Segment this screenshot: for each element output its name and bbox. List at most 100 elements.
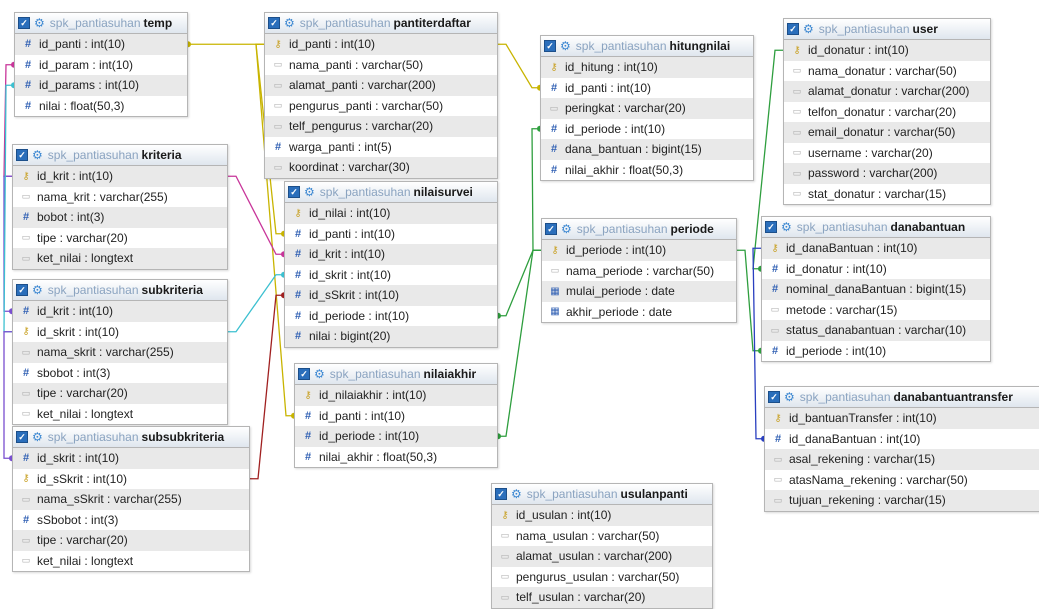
column-row[interactable]: ▭ metode : varchar(15) [762, 300, 990, 321]
gear-icon[interactable]: ⚙ [784, 390, 795, 404]
table-header[interactable]: ✓ ⚙ spk_pantiasuhan periode [542, 219, 736, 240]
column-row[interactable]: # id_krit : int(10) [13, 301, 227, 322]
column-row[interactable]: ▭ pengurus_usulan : varchar(50) [492, 567, 712, 588]
column-row[interactable]: # id_skrit : int(10) [285, 265, 497, 286]
column-row[interactable]: ▭ password : varchar(200) [784, 163, 990, 184]
column-row[interactable]: # id_params : int(10) [15, 75, 187, 96]
column-row[interactable]: # id_skrit : int(10) [13, 448, 249, 469]
column-row[interactable]: ▭ email_donatur : varchar(50) [784, 122, 990, 143]
column-row[interactable]: ▭ alamat_donatur : varchar(200) [784, 81, 990, 102]
column-row[interactable]: # dana_bantuan : bigint(15) [541, 139, 753, 160]
checkbox-icon[interactable]: ✓ [544, 40, 556, 52]
column-row[interactable]: # bobot : int(3) [13, 207, 227, 228]
table-header[interactable]: ✓ ⚙ spk_pantiasuhan nilaiakhir [295, 364, 497, 385]
column-row[interactable]: # nilai : float(50,3) [15, 96, 187, 117]
checkbox-icon[interactable]: ✓ [545, 223, 557, 235]
column-row[interactable]: ▭ nama_panti : varchar(50) [265, 55, 497, 76]
checkbox-icon[interactable]: ✓ [16, 284, 28, 296]
column-row[interactable]: ▭ nama_donatur : varchar(50) [784, 61, 990, 82]
column-row[interactable]: ▭ telf_usulan : varchar(20) [492, 587, 712, 608]
checkbox-icon[interactable]: ✓ [268, 17, 280, 29]
column-row[interactable]: # sSbobot : int(3) [13, 510, 249, 531]
column-row[interactable]: # id_sSkrit : int(10) [285, 285, 497, 306]
column-row[interactable]: # id_donatur : int(10) [762, 259, 990, 280]
column-row[interactable]: ⚷ id_krit : int(10) [13, 166, 227, 187]
column-row[interactable]: ⚷ id_donatur : int(10) [784, 40, 990, 61]
column-row[interactable]: ⚷ id_bantuanTransfer : int(10) [765, 408, 1039, 429]
table-header[interactable]: ✓ ⚙ spk_pantiasuhan user [784, 19, 990, 40]
column-row[interactable]: ▭ asal_rekening : varchar(15) [765, 449, 1039, 470]
column-row[interactable]: ▭ tipe : varchar(20) [13, 383, 227, 404]
table-header[interactable]: ✓ ⚙ spk_pantiasuhan kriteria [13, 145, 227, 166]
gear-icon[interactable]: ⚙ [561, 222, 572, 236]
table-header[interactable]: ✓ ⚙ spk_pantiasuhan subsubkriteria [13, 427, 249, 448]
table-header[interactable]: ✓ ⚙ spk_pantiasuhan pantiterdaftar [265, 13, 497, 34]
column-row[interactable]: ▭ ket_nilai : longtext [13, 248, 227, 269]
column-row[interactable]: # id_danaBantuan : int(10) [765, 429, 1039, 450]
column-row[interactable]: ⚷ id_nilai : int(10) [285, 203, 497, 224]
table-header[interactable]: ✓ ⚙ spk_pantiasuhan usulanpanti [492, 484, 712, 505]
table-nilaiakhir[interactable]: ✓ ⚙ spk_pantiasuhan nilaiakhir ⚷ id_nilaiakh… [294, 363, 498, 468]
column-row[interactable]: ▭ tujuan_rekening : varchar(15) [765, 490, 1039, 511]
column-row[interactable]: # sbobot : int(3) [13, 363, 227, 384]
column-row[interactable]: ▭ nama_krit : varchar(255) [13, 187, 227, 208]
checkbox-icon[interactable]: ✓ [768, 391, 780, 403]
column-row[interactable]: # nilai_akhir : float(50,3) [541, 160, 753, 181]
column-row[interactable]: # id_panti : int(10) [295, 406, 497, 427]
column-row[interactable]: ▭ peringkat : varchar(20) [541, 98, 753, 119]
table-header[interactable]: ✓ ⚙ spk_pantiasuhan temp [15, 13, 187, 34]
table-pantiterdaftar[interactable]: ✓ ⚙ spk_pantiasuhan pantiterdaftar ⚷ id_pant… [264, 12, 498, 179]
checkbox-icon[interactable]: ✓ [288, 186, 300, 198]
column-row[interactable]: ▭ pengurus_panti : varchar(50) [265, 96, 497, 117]
table-header[interactable]: ✓ ⚙ spk_pantiasuhan danabantuan [762, 217, 990, 238]
column-row[interactable]: ▭ stat_donatur : varchar(15) [784, 184, 990, 205]
column-row[interactable]: ▭ telfon_donatur : varchar(20) [784, 102, 990, 123]
column-row[interactable]: ▭ status_danabantuan : varchar(10) [762, 320, 990, 341]
checkbox-icon[interactable]: ✓ [765, 221, 777, 233]
column-row[interactable]: ▭ nama_skrit : varchar(255) [13, 342, 227, 363]
column-row[interactable]: # id_krit : int(10) [285, 244, 497, 265]
column-row[interactable]: ▭ tipe : varchar(20) [13, 228, 227, 249]
checkbox-icon[interactable]: ✓ [495, 488, 507, 500]
column-row[interactable]: ▦ mulai_periode : date [542, 281, 736, 302]
column-row[interactable]: # id_periode : int(10) [295, 426, 497, 447]
column-row[interactable]: ▭ atasNama_rekening : varchar(50) [765, 470, 1039, 491]
gear-icon[interactable]: ⚙ [304, 185, 315, 199]
table-subkriteria[interactable]: ✓ ⚙ spk_pantiasuhan subkriteria # id_krit : … [12, 279, 228, 425]
column-row[interactable]: # id_periode : int(10) [285, 306, 497, 327]
gear-icon[interactable]: ⚙ [32, 283, 43, 297]
table-user[interactable]: ✓ ⚙ spk_pantiasuhan user ⚷ id_donatur : int(… [783, 18, 991, 205]
gear-icon[interactable]: ⚙ [34, 16, 45, 30]
column-row[interactable]: # id_periode : int(10) [541, 119, 753, 140]
checkbox-icon[interactable]: ✓ [16, 431, 28, 443]
column-row[interactable]: ▭ nama_sSkrit : varchar(255) [13, 489, 249, 510]
gear-icon[interactable]: ⚙ [32, 430, 43, 444]
column-row[interactable]: ⚷ id_sSkrit : int(10) [13, 469, 249, 490]
column-row[interactable]: # id_panti : int(10) [15, 34, 187, 55]
table-usulanpanti[interactable]: ✓ ⚙ spk_pantiasuhan usulanpanti ⚷ id_usulan … [491, 483, 713, 609]
column-row[interactable]: ▭ ket_nilai : longtext [13, 404, 227, 425]
column-row[interactable]: # nominal_danaBantuan : bigint(15) [762, 279, 990, 300]
column-row[interactable]: ⚷ id_danaBantuan : int(10) [762, 238, 990, 259]
column-row[interactable]: ⚷ id_skrit : int(10) [13, 322, 227, 343]
gear-icon[interactable]: ⚙ [803, 22, 814, 36]
column-row[interactable]: ▭ ket_nilai : longtext [13, 551, 249, 572]
gear-icon[interactable]: ⚙ [781, 220, 792, 234]
table-header[interactable]: ✓ ⚙ spk_pantiasuhan nilaisurvei [285, 182, 497, 203]
gear-icon[interactable]: ⚙ [560, 39, 571, 53]
table-periode[interactable]: ✓ ⚙ spk_pantiasuhan periode ⚷ id_periode : i… [541, 218, 737, 323]
table-header[interactable]: ✓ ⚙ spk_pantiasuhan hitungnilai [541, 36, 753, 57]
column-row[interactable]: # id_panti : int(10) [541, 78, 753, 99]
column-row[interactable]: ⚷ id_hitung : int(10) [541, 57, 753, 78]
column-row[interactable]: ⚷ id_panti : int(10) [265, 34, 497, 55]
table-danabantuan[interactable]: ✓ ⚙ spk_pantiasuhan danabantuan ⚷ id_danaBan… [761, 216, 991, 362]
checkbox-icon[interactable]: ✓ [298, 368, 310, 380]
table-hitungnilai[interactable]: ✓ ⚙ spk_pantiasuhan hitungnilai ⚷ id_hitung … [540, 35, 754, 181]
column-row[interactable]: # nilai_akhir : float(50,3) [295, 447, 497, 468]
table-subsubkriteria[interactable]: ✓ ⚙ spk_pantiasuhan subsubkriteria # id_skri… [12, 426, 250, 572]
gear-icon[interactable]: ⚙ [284, 16, 295, 30]
gear-icon[interactable]: ⚙ [511, 487, 522, 501]
table-header[interactable]: ✓ ⚙ spk_pantiasuhan subkriteria [13, 280, 227, 301]
column-row[interactable]: ▭ username : varchar(20) [784, 143, 990, 164]
gear-icon[interactable]: ⚙ [314, 367, 325, 381]
